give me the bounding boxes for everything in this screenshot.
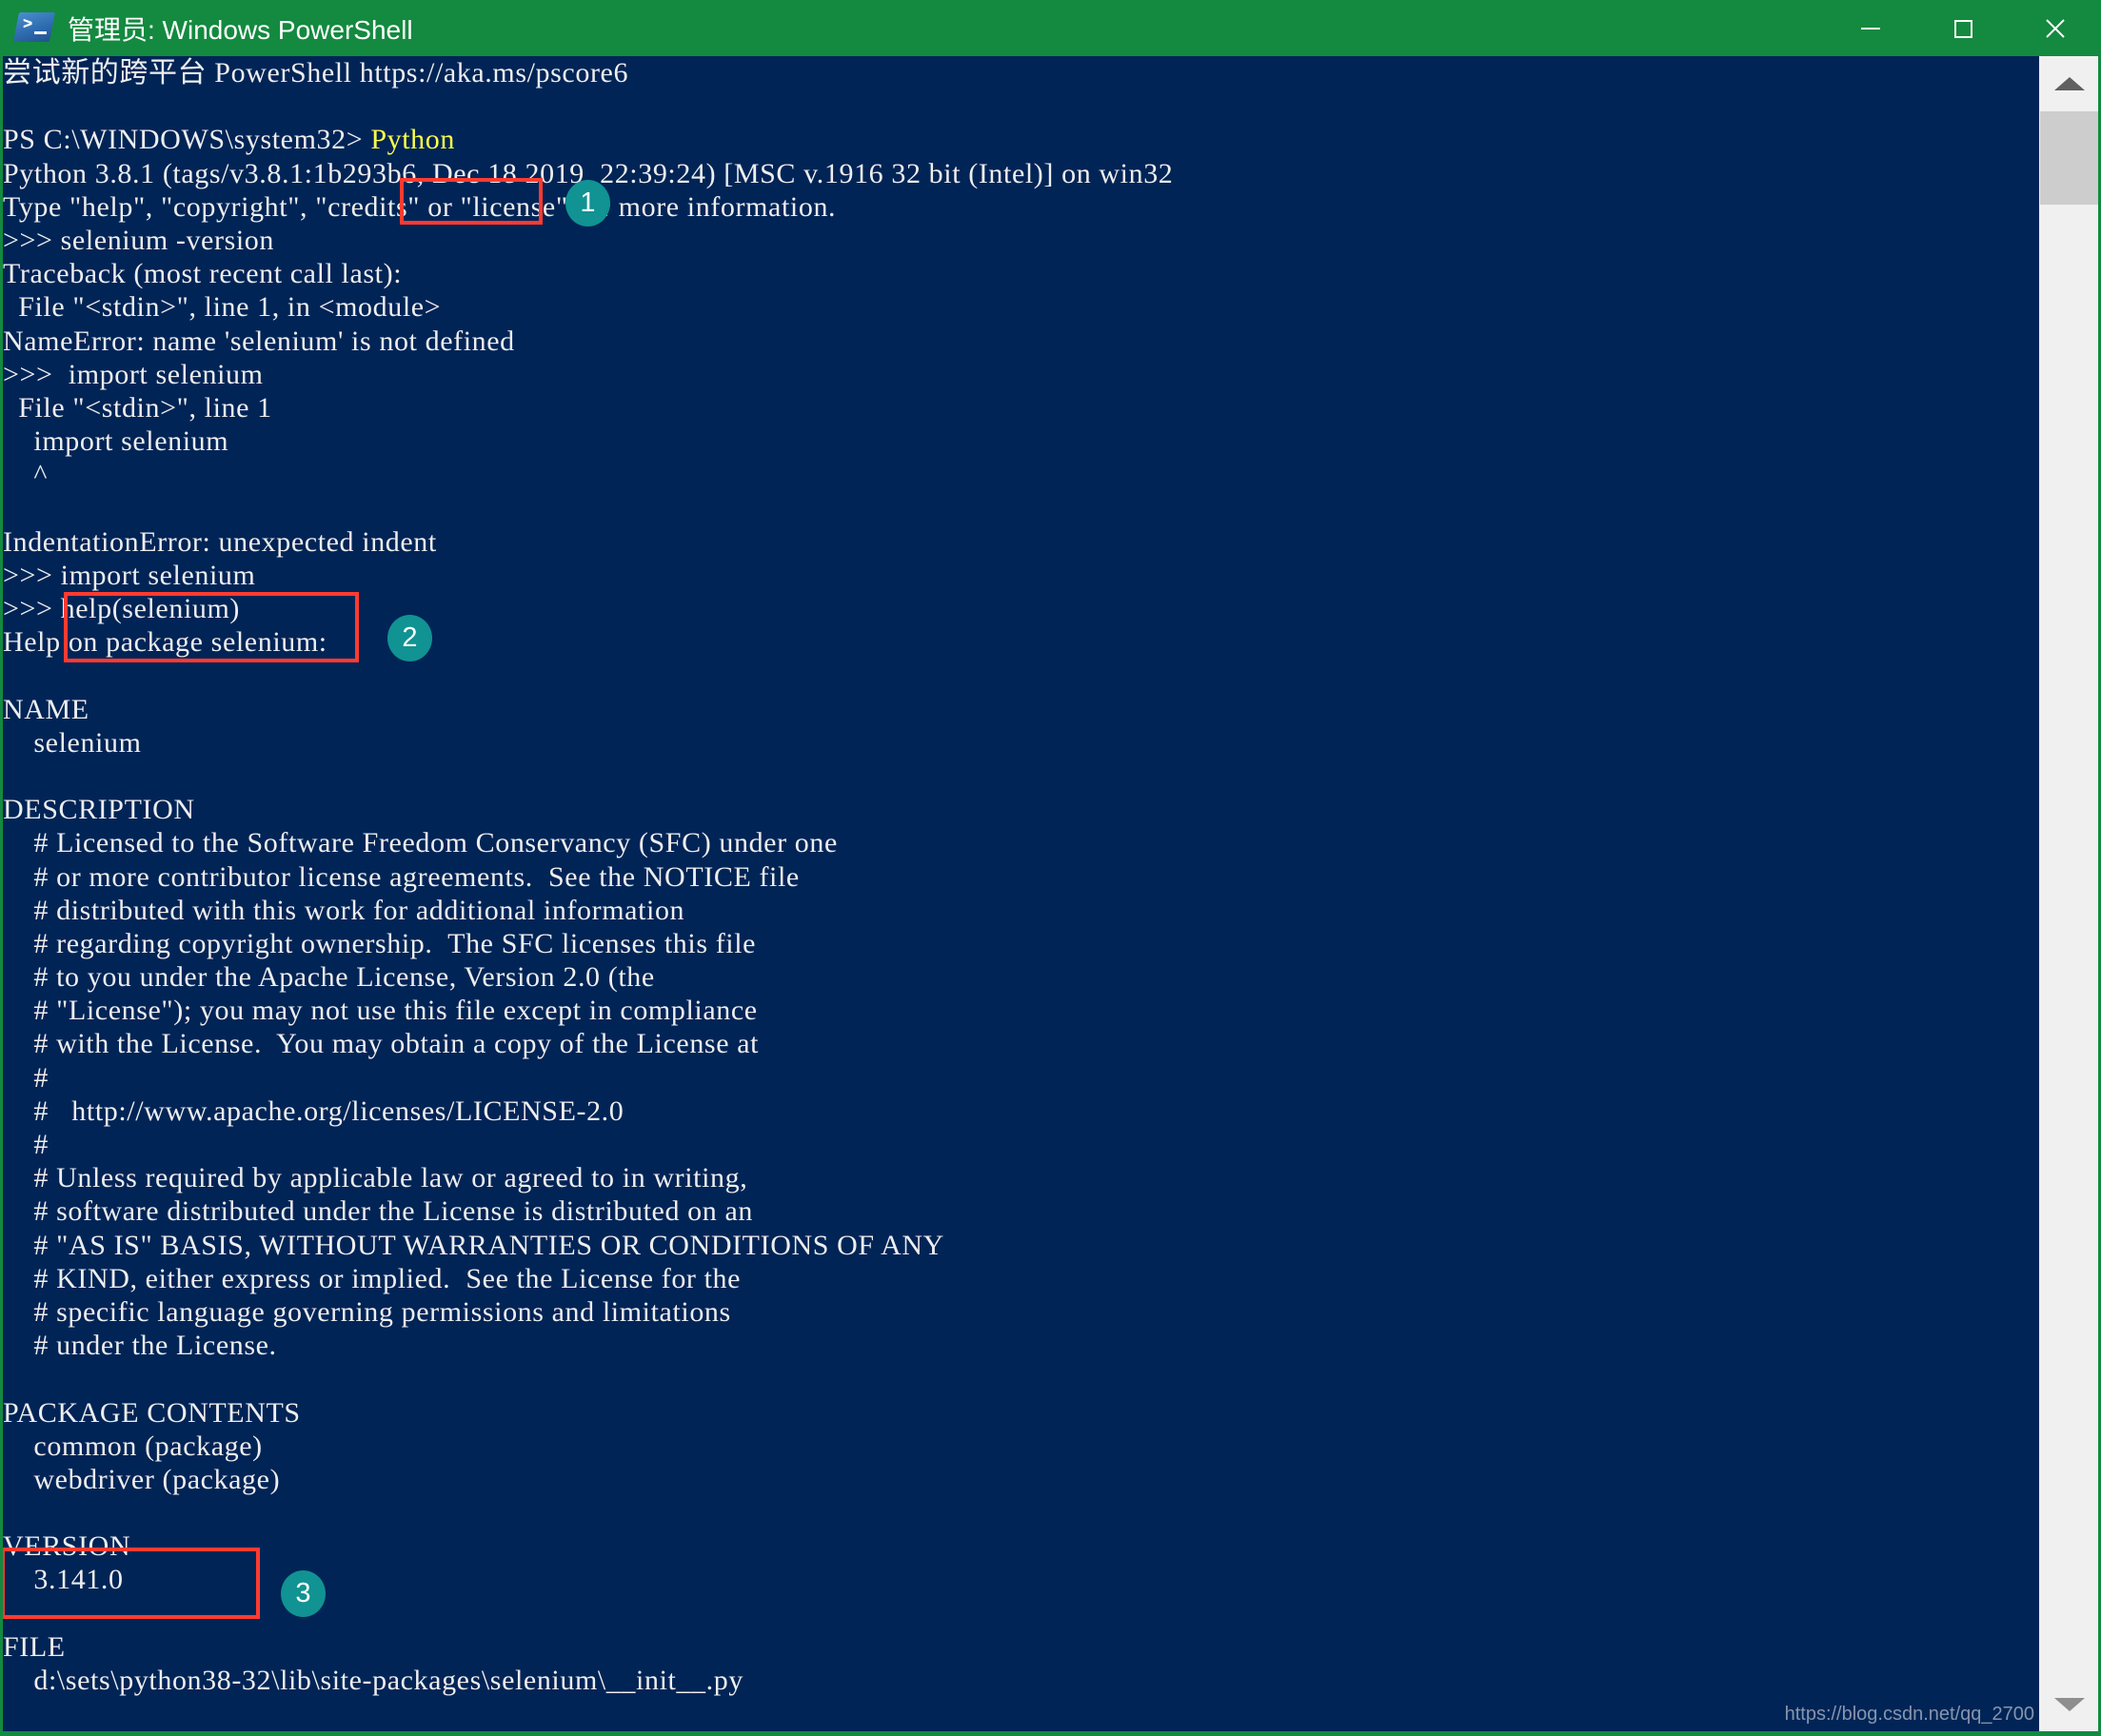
- terminal-line: PS C:\WINDOWS\system32> Python: [3, 124, 455, 156]
- terminal-line: # specific language governing permission…: [3, 1295, 731, 1328]
- powershell-icon: >: [12, 11, 56, 45]
- terminal-line: Traceback (most recent call last):: [3, 258, 403, 290]
- maximize-button[interactable]: [1916, 0, 2009, 56]
- terminal-line: # or more contributor license agreements…: [3, 860, 800, 893]
- chevron-up-icon: [2053, 76, 2085, 90]
- terminal-line: # Licensed to the Software Freedom Conse…: [3, 827, 838, 859]
- annotation-badge-3: 3: [281, 1570, 326, 1617]
- terminal-line: NAME: [3, 693, 89, 725]
- scroll-up-button[interactable]: [2040, 56, 2098, 110]
- terminal-line: Help on package selenium:: [3, 626, 327, 659]
- minimize-button[interactable]: [1824, 0, 1916, 56]
- scrollbar-thumb[interactable]: [2040, 111, 2098, 205]
- terminal-line: # "License"); you may not use this file …: [3, 995, 758, 1027]
- vertical-scrollbar[interactable]: [2039, 56, 2098, 1731]
- terminal-line: # KIND, either express or implied. See t…: [3, 1262, 742, 1294]
- terminal-line: Python 3.8.1 (tags/v3.8.1:1b293b6, Dec 1…: [3, 157, 1174, 189]
- scroll-down-button[interactable]: [2040, 1677, 2098, 1731]
- terminal-line: # with the License. You may obtain a cop…: [3, 1028, 760, 1060]
- terminal-line: # under the License.: [3, 1330, 277, 1362]
- terminal-output[interactable]: 尝试新的跨平台 PowerShell https://aka.ms/pscore…: [3, 56, 2040, 1731]
- title-bar[interactable]: > 管理员: Windows PowerShell: [0, 0, 2101, 56]
- terminal-line: ^: [3, 459, 49, 491]
- close-button[interactable]: [2009, 0, 2101, 56]
- maximize-icon: [1953, 19, 1972, 38]
- terminal-line: selenium: [3, 726, 142, 759]
- terminal-line: >>> import selenium: [3, 358, 264, 390]
- terminal-line: # distributed with this work for additio…: [3, 894, 685, 926]
- terminal-line: >>> selenium -version: [3, 224, 274, 256]
- terminal-line: NameError: name 'selenium' is not define…: [3, 325, 515, 357]
- terminal-line: FILE: [3, 1630, 66, 1663]
- window-title: 管理员: Windows PowerShell: [68, 14, 413, 45]
- minimize-icon: [1860, 27, 1880, 30]
- terminal-line: # to you under the Apache License, Versi…: [3, 961, 655, 994]
- terminal-line: DESCRIPTION: [3, 794, 195, 826]
- terminal-line: >>> import selenium: [3, 559, 256, 591]
- terminal-line: # software distributed under the License…: [3, 1195, 753, 1228]
- terminal-line: # http://www.apache.org/licenses/LICENSE…: [3, 1095, 624, 1127]
- terminal-line: # regarding copyright ownership. The SFC…: [3, 927, 757, 959]
- terminal-line: Type "help", "copyright", "credits" or "…: [3, 190, 837, 223]
- watermark-text: https://blog.csdn.net/qq_2700: [1784, 1704, 2034, 1725]
- close-icon: [2045, 18, 2065, 38]
- terminal-line: # "AS IS" BASIS, WITHOUT WARRANTIES OR C…: [3, 1229, 944, 1261]
- terminal-line: 尝试新的跨平台 PowerShell https://aka.ms/pscore…: [3, 57, 629, 89]
- terminal-line: PACKAGE CONTENTS: [3, 1396, 301, 1429]
- terminal-line: #: [3, 1129, 49, 1160]
- terminal-line: IndentationError: unexpected indent: [3, 525, 437, 558]
- terminal-viewport[interactable]: 尝试新的跨平台 PowerShell https://aka.ms/pscore…: [3, 56, 2098, 1731]
- terminal-line: # Unless required by applicable law or a…: [3, 1162, 748, 1194]
- window-controls: [1824, 0, 2101, 56]
- terminal-line: File "<stdin>", line 1: [3, 391, 272, 424]
- terminal-line: common (package): [3, 1430, 263, 1462]
- terminal-line: #: [3, 1061, 49, 1094]
- chevron-down-icon: [2053, 1697, 2085, 1711]
- terminal-line: import selenium: [3, 425, 229, 458]
- terminal-line: webdriver (package): [3, 1463, 281, 1495]
- terminal-line: VERSION: [3, 1530, 131, 1563]
- terminal-line: >>> help(selenium): [3, 593, 240, 624]
- annotation-badge-1: 1: [565, 180, 610, 227]
- terminal-line: d:\sets\python38-32\lib\site-packages\se…: [3, 1665, 743, 1696]
- powershell-window: > 管理员: Windows PowerShell 尝试新的跨平台 PowerS…: [0, 0, 2101, 1736]
- typed-command: Python: [370, 124, 455, 156]
- annotation-badge-2: 2: [387, 615, 432, 661]
- terminal-line: File "<stdin>", line 1, in <module>: [3, 291, 442, 324]
